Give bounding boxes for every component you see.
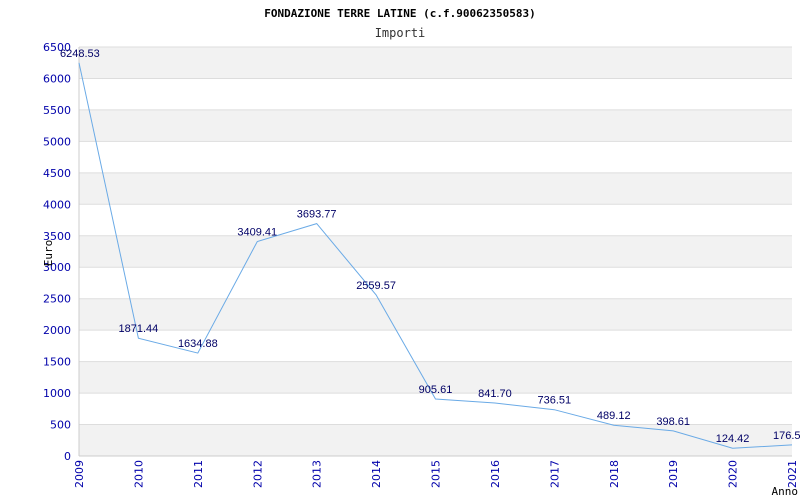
chart-title: FONDAZIONE TERRE LATINE (c.f.90062350583… bbox=[264, 7, 536, 20]
x-tick-label: 2017 bbox=[548, 460, 561, 488]
data-label: 176.54 bbox=[773, 430, 800, 442]
data-label: 1871.44 bbox=[119, 323, 159, 335]
x-axis-label: Anno bbox=[772, 485, 799, 498]
grid-band bbox=[79, 298, 792, 331]
data-label: 3409.41 bbox=[237, 226, 277, 238]
x-tick-label: 2020 bbox=[727, 460, 740, 488]
chart-subtitle: Importi bbox=[375, 26, 426, 40]
y-tick-label: 5500 bbox=[43, 104, 71, 117]
y-tick-label: 500 bbox=[50, 419, 71, 432]
grid-band bbox=[79, 424, 792, 456]
y-axis-label: Euro bbox=[42, 240, 55, 267]
y-tick-label: 5000 bbox=[43, 135, 71, 148]
x-tick-label: 2015 bbox=[430, 460, 443, 488]
x-tick-label: 2013 bbox=[311, 460, 324, 488]
x-tick-label: 2019 bbox=[667, 460, 680, 488]
x-tick-label: 2011 bbox=[192, 460, 205, 488]
data-label: 841.70 bbox=[478, 388, 512, 400]
y-tick-label: 2500 bbox=[43, 293, 71, 306]
grid-band bbox=[79, 109, 792, 142]
data-label: 398.61 bbox=[656, 416, 690, 428]
data-label: 1634.88 bbox=[178, 338, 218, 350]
grid-band bbox=[79, 47, 792, 79]
x-tick-label: 2018 bbox=[608, 460, 621, 488]
y-tick-label: 4500 bbox=[43, 167, 71, 180]
y-tick-label: 0 bbox=[64, 450, 71, 463]
data-label: 124.42 bbox=[716, 433, 750, 445]
data-label: 2559.57 bbox=[356, 280, 396, 292]
x-tick-labels: 2009 2010 2011 2012 2013 2014 2015 2016 2017 2018… bbox=[73, 460, 799, 488]
x-tick-label: 2014 bbox=[370, 460, 383, 488]
grid-band bbox=[79, 235, 792, 268]
x-tick-label: 2016 bbox=[489, 460, 502, 488]
data-label: 489.12 bbox=[597, 410, 631, 422]
x-tick-label: 2009 bbox=[73, 460, 86, 488]
data-label: 6248.53 bbox=[60, 48, 100, 60]
line-chart: 0500100015002000250030003500400045005000… bbox=[42, 7, 800, 498]
data-label: 736.51 bbox=[538, 395, 572, 407]
x-tick-label: 2021 bbox=[786, 460, 799, 488]
y-tick-label: 2000 bbox=[43, 324, 71, 337]
y-tick-label: 1000 bbox=[43, 387, 71, 400]
x-tick-label: 2010 bbox=[132, 460, 145, 488]
x-tick-label: 2012 bbox=[251, 460, 264, 488]
y-tick-label: 4000 bbox=[43, 198, 71, 211]
y-tick-label: 1500 bbox=[43, 356, 71, 369]
data-label: 905.61 bbox=[419, 384, 453, 396]
grid-band bbox=[79, 172, 792, 205]
y-tick-label: 6000 bbox=[43, 72, 71, 85]
data-label: 3693.77 bbox=[297, 209, 337, 221]
